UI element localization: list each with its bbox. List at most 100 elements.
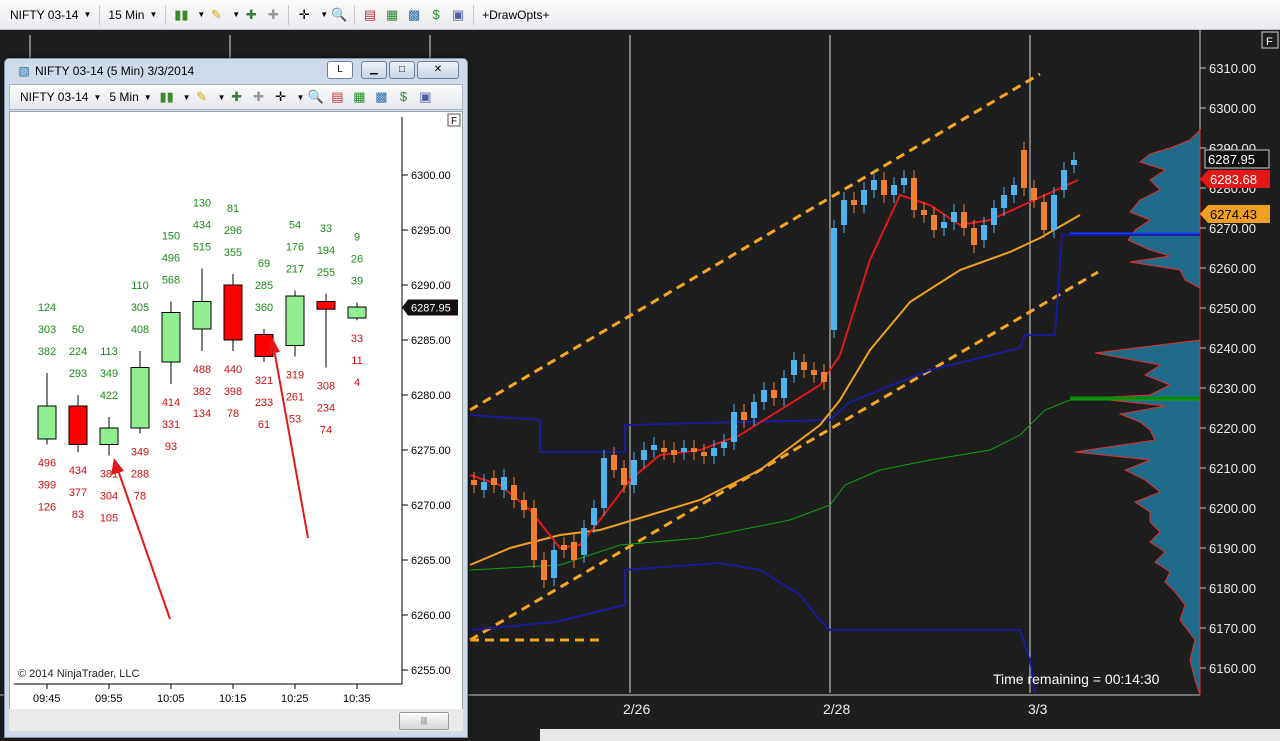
properties-icon[interactable]: ▣: [450, 7, 466, 23]
bid-volume-label: 126: [38, 502, 56, 514]
properties-icon[interactable]: ▣: [417, 89, 433, 105]
strategy-icon[interactable]: ✚: [265, 7, 281, 23]
candle: [711, 448, 717, 456]
sub-chart-panel[interactable]: F 6300.00 6295.00 6290.00 6285.00 6280.00 627…: [9, 111, 463, 716]
bid-volume-label: 93: [165, 441, 177, 453]
strategy-icon[interactable]: ✚: [251, 89, 267, 105]
chevron-down-icon[interactable]: ▼: [197, 10, 205, 19]
x-tick-label: 10:15: [219, 693, 247, 705]
candle: [621, 468, 627, 485]
ask-volume-label: 69: [258, 258, 270, 270]
candle: [192, 301, 212, 330]
candle: [941, 222, 947, 228]
candle: [591, 508, 597, 525]
bid-volume-label: 233: [255, 397, 273, 409]
pencil-icon[interactable]: ✎: [194, 89, 210, 105]
main-horizontal-scrollbar[interactable]: [540, 729, 1280, 741]
ask-volume-label: 293: [69, 368, 87, 380]
y-tick-label: 6285.00: [411, 335, 451, 347]
y-tick-label: 6255.00: [411, 665, 451, 677]
close-button[interactable]: ✕: [417, 61, 459, 79]
slow-ema-text: 6274.43: [1210, 207, 1257, 222]
chevron-down-icon[interactable]: ▼: [183, 93, 191, 102]
ask-volume-label: 355: [224, 247, 242, 259]
chevron-down-icon[interactable]: ▼: [218, 93, 226, 102]
ask-volume-label: 382: [38, 346, 56, 358]
interval-selector[interactable]: 15 Min ▼: [104, 4, 161, 26]
chart-trader-icon[interactable]: ▦: [384, 7, 400, 23]
ask-volume-label: 224: [69, 346, 87, 358]
data-box-icon[interactable]: ▩: [373, 89, 389, 105]
ask-volume-label: 255: [317, 267, 335, 279]
ask-volume-label: 33: [320, 223, 332, 235]
bid-volume-label: 399: [38, 480, 56, 492]
toolbar-divider: [354, 4, 356, 25]
sub-chart-window[interactable]: ▧ NIFTY 03-14 (5 Min) 3/3/2014 L ▁ □ ✕ N…: [4, 58, 468, 738]
pencil-icon[interactable]: ✎: [208, 7, 224, 23]
chevron-down-icon[interactable]: ▼: [320, 10, 328, 19]
ask-volume-label: 124: [38, 302, 56, 314]
bid-volume-label: 349: [131, 447, 149, 459]
indicator-icon[interactable]: ✚: [229, 89, 245, 105]
order-bars-icon[interactable]: ▤: [362, 7, 378, 23]
bar-type-icon[interactable]: ▮▮: [159, 89, 175, 105]
sub-instrument-selector[interactable]: NIFTY 03-14 ▼: [16, 86, 105, 108]
bid-volume-label: 308: [317, 381, 335, 393]
candle: [501, 477, 507, 490]
chevron-down-icon[interactable]: ▼: [297, 93, 305, 102]
chart-trader-icon[interactable]: ▦: [351, 89, 367, 105]
y-tick-label: 6295.00: [411, 225, 451, 237]
instrument-selector[interactable]: NIFTY 03-14 ▼: [6, 4, 95, 26]
candle: [68, 405, 88, 445]
y-tick-label: 6210.00: [1209, 461, 1256, 476]
date-label: 2/28: [823, 701, 850, 717]
window-controls: L ▁ □ ✕: [325, 61, 459, 79]
sub-instrument-label: NIFTY 03-14: [20, 90, 89, 104]
candle: [811, 370, 817, 375]
ask-volume-label: 130: [193, 198, 211, 210]
bid-volume-label: 53: [289, 414, 301, 426]
ask-volume-label: 305: [131, 302, 149, 314]
chevron-down-icon[interactable]: ▼: [232, 10, 240, 19]
chevron-down-icon: ▼: [83, 10, 92, 19]
ask-volume-label: 349: [100, 368, 118, 380]
zoom-icon[interactable]: 🔍: [331, 7, 347, 23]
ask-volume-label: 434: [193, 220, 211, 232]
candle: [911, 178, 917, 210]
dollar-icon[interactable]: $: [395, 89, 411, 105]
candle: [1011, 185, 1017, 195]
candle: [1071, 160, 1077, 165]
ask-volume-label: 9: [354, 232, 360, 244]
minimize-button[interactable]: ▁: [361, 61, 387, 79]
maximize-button[interactable]: □: [389, 61, 415, 79]
bar-type-icon[interactable]: ▮▮: [173, 7, 189, 23]
candle: [511, 485, 517, 500]
zoom-icon[interactable]: 🔍: [307, 89, 323, 105]
candle: [561, 545, 567, 550]
data-box-icon[interactable]: ▩: [406, 7, 422, 23]
crosshair-icon[interactable]: ✛: [273, 89, 289, 105]
candle: [601, 458, 607, 508]
x-axis-labels: 09:45 09:55 10:05 10:15 10:25 10:35: [33, 684, 371, 705]
candle: [961, 212, 967, 228]
date-label: 2/26: [623, 701, 650, 717]
candle: [751, 402, 757, 418]
interval-label: 15 Min: [108, 7, 145, 22]
ask-volume-label: 360: [255, 302, 273, 314]
scroll-thumb[interactable]: |||: [399, 712, 449, 730]
sub-horizontal-scrollbar[interactable]: |||: [9, 709, 463, 731]
dollar-icon[interactable]: $: [428, 7, 444, 23]
candle: [801, 362, 807, 370]
sub-chart[interactable]: F 6300.00 6295.00 6290.00 6285.00 6280.00 627…: [10, 112, 462, 715]
order-bars-icon[interactable]: ▤: [329, 89, 345, 105]
link-button[interactable]: L: [327, 61, 353, 79]
candle: [721, 442, 727, 448]
y-tick-label: 6240.00: [1209, 341, 1256, 356]
sub-interval-selector[interactable]: 5 Min ▼: [105, 86, 155, 108]
candle: [791, 360, 797, 375]
bid-volume-label: 488: [193, 364, 211, 376]
crosshair-icon[interactable]: ✛: [296, 7, 312, 23]
indicator-icon[interactable]: ✚: [243, 7, 259, 23]
bid-volume-label: 78: [134, 491, 146, 503]
draw-opts-button[interactable]: +DrawOpts+: [478, 4, 553, 26]
